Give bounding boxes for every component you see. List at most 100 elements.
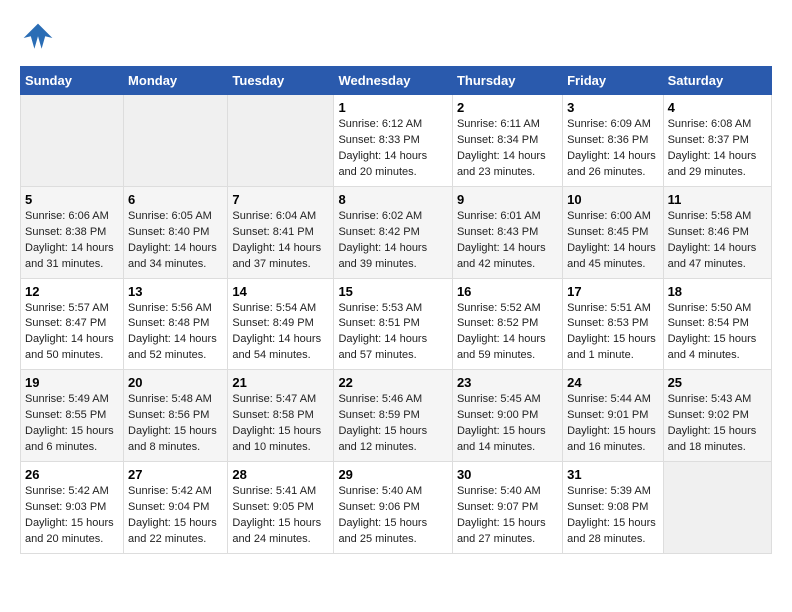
day-number: 3 [567,100,658,115]
calendar-cell: 9 Sunrise: 6:01 AMSunset: 8:43 PMDayligh… [452,186,562,278]
day-number: 22 [338,375,448,390]
day-info: Sunrise: 5:54 AMSunset: 8:49 PMDaylight:… [232,302,321,362]
day-info: Sunrise: 5:41 AMSunset: 9:05 PMDaylight:… [232,485,321,545]
day-number: 31 [567,467,658,482]
calendar-cell: 19 Sunrise: 5:49 AMSunset: 8:55 PMDaylig… [21,370,124,462]
day-number: 13 [128,284,223,299]
calendar-cell: 14 Sunrise: 5:54 AMSunset: 8:49 PMDaylig… [228,278,334,370]
calendar-cell: 12 Sunrise: 5:57 AMSunset: 8:47 PMDaylig… [21,278,124,370]
weekday-header: Monday [124,67,228,95]
weekday-header: Friday [563,67,663,95]
day-number: 9 [457,192,558,207]
day-info: Sunrise: 5:44 AMSunset: 9:01 PMDaylight:… [567,393,656,453]
day-info: Sunrise: 5:42 AMSunset: 9:03 PMDaylight:… [25,485,114,545]
day-number: 12 [25,284,119,299]
weekday-header: Thursday [452,67,562,95]
day-info: Sunrise: 5:39 AMSunset: 9:08 PMDaylight:… [567,485,656,545]
day-number: 24 [567,375,658,390]
day-number: 5 [25,192,119,207]
weekday-header: Wednesday [334,67,453,95]
calendar-cell: 28 Sunrise: 5:41 AMSunset: 9:05 PMDaylig… [228,462,334,554]
calendar-header-row: SundayMondayTuesdayWednesdayThursdayFrid… [21,67,772,95]
day-info: Sunrise: 6:09 AMSunset: 8:36 PMDaylight:… [567,118,656,178]
day-info: Sunrise: 5:49 AMSunset: 8:55 PMDaylight:… [25,393,114,453]
day-info: Sunrise: 5:51 AMSunset: 8:53 PMDaylight:… [567,302,656,362]
day-number: 28 [232,467,329,482]
calendar-cell: 23 Sunrise: 5:45 AMSunset: 9:00 PMDaylig… [452,370,562,462]
day-info: Sunrise: 5:57 AMSunset: 8:47 PMDaylight:… [25,302,114,362]
calendar-cell: 16 Sunrise: 5:52 AMSunset: 8:52 PMDaylig… [452,278,562,370]
day-info: Sunrise: 6:02 AMSunset: 8:42 PMDaylight:… [338,210,427,270]
calendar-cell: 3 Sunrise: 6:09 AMSunset: 8:36 PMDayligh… [563,95,663,187]
day-number: 7 [232,192,329,207]
day-number: 20 [128,375,223,390]
calendar-week-row: 12 Sunrise: 5:57 AMSunset: 8:47 PMDaylig… [21,278,772,370]
calendar-cell: 25 Sunrise: 5:43 AMSunset: 9:02 PMDaylig… [663,370,771,462]
weekday-header: Saturday [663,67,771,95]
logo-icon [20,20,56,56]
day-number: 8 [338,192,448,207]
calendar-cell: 5 Sunrise: 6:06 AMSunset: 8:38 PMDayligh… [21,186,124,278]
calendar-cell: 15 Sunrise: 5:53 AMSunset: 8:51 PMDaylig… [334,278,453,370]
calendar-cell: 20 Sunrise: 5:48 AMSunset: 8:56 PMDaylig… [124,370,228,462]
day-number: 4 [668,100,767,115]
day-info: Sunrise: 5:52 AMSunset: 8:52 PMDaylight:… [457,302,546,362]
day-info: Sunrise: 5:53 AMSunset: 8:51 PMDaylight:… [338,302,427,362]
day-number: 18 [668,284,767,299]
day-info: Sunrise: 5:58 AMSunset: 8:46 PMDaylight:… [668,210,757,270]
day-info: Sunrise: 6:12 AMSunset: 8:33 PMDaylight:… [338,118,427,178]
day-info: Sunrise: 6:04 AMSunset: 8:41 PMDaylight:… [232,210,321,270]
day-info: Sunrise: 5:45 AMSunset: 9:00 PMDaylight:… [457,393,546,453]
day-info: Sunrise: 5:50 AMSunset: 8:54 PMDaylight:… [668,302,757,362]
day-info: Sunrise: 5:43 AMSunset: 9:02 PMDaylight:… [668,393,757,453]
calendar-cell: 24 Sunrise: 5:44 AMSunset: 9:01 PMDaylig… [563,370,663,462]
day-number: 14 [232,284,329,299]
calendar-cell: 1 Sunrise: 6:12 AMSunset: 8:33 PMDayligh… [334,95,453,187]
calendar-cell: 30 Sunrise: 5:40 AMSunset: 9:07 PMDaylig… [452,462,562,554]
day-info: Sunrise: 6:01 AMSunset: 8:43 PMDaylight:… [457,210,546,270]
day-info: Sunrise: 6:05 AMSunset: 8:40 PMDaylight:… [128,210,217,270]
calendar-cell: 27 Sunrise: 5:42 AMSunset: 9:04 PMDaylig… [124,462,228,554]
calendar-week-row: 26 Sunrise: 5:42 AMSunset: 9:03 PMDaylig… [21,462,772,554]
day-info: Sunrise: 5:46 AMSunset: 8:59 PMDaylight:… [338,393,427,453]
day-number: 23 [457,375,558,390]
calendar-cell [228,95,334,187]
day-number: 10 [567,192,658,207]
logo [20,20,58,56]
day-info: Sunrise: 5:56 AMSunset: 8:48 PMDaylight:… [128,302,217,362]
calendar-cell: 7 Sunrise: 6:04 AMSunset: 8:41 PMDayligh… [228,186,334,278]
day-number: 6 [128,192,223,207]
calendar-cell: 10 Sunrise: 6:00 AMSunset: 8:45 PMDaylig… [563,186,663,278]
calendar-cell: 17 Sunrise: 5:51 AMSunset: 8:53 PMDaylig… [563,278,663,370]
calendar-cell: 8 Sunrise: 6:02 AMSunset: 8:42 PMDayligh… [334,186,453,278]
day-info: Sunrise: 6:08 AMSunset: 8:37 PMDaylight:… [668,118,757,178]
day-info: Sunrise: 5:42 AMSunset: 9:04 PMDaylight:… [128,485,217,545]
calendar-cell: 13 Sunrise: 5:56 AMSunset: 8:48 PMDaylig… [124,278,228,370]
day-info: Sunrise: 6:00 AMSunset: 8:45 PMDaylight:… [567,210,656,270]
day-number: 2 [457,100,558,115]
day-number: 29 [338,467,448,482]
day-number: 21 [232,375,329,390]
calendar-cell: 31 Sunrise: 5:39 AMSunset: 9:08 PMDaylig… [563,462,663,554]
calendar-cell [21,95,124,187]
day-number: 16 [457,284,558,299]
day-number: 17 [567,284,658,299]
calendar-cell [663,462,771,554]
page-header [20,20,772,56]
day-info: Sunrise: 6:11 AMSunset: 8:34 PMDaylight:… [457,118,546,178]
day-number: 19 [25,375,119,390]
day-info: Sunrise: 6:06 AMSunset: 8:38 PMDaylight:… [25,210,114,270]
day-info: Sunrise: 5:40 AMSunset: 9:06 PMDaylight:… [338,485,427,545]
day-info: Sunrise: 5:48 AMSunset: 8:56 PMDaylight:… [128,393,217,453]
calendar-week-row: 19 Sunrise: 5:49 AMSunset: 8:55 PMDaylig… [21,370,772,462]
day-info: Sunrise: 5:47 AMSunset: 8:58 PMDaylight:… [232,393,321,453]
day-number: 15 [338,284,448,299]
day-number: 30 [457,467,558,482]
calendar-cell: 29 Sunrise: 5:40 AMSunset: 9:06 PMDaylig… [334,462,453,554]
day-number: 11 [668,192,767,207]
calendar-week-row: 5 Sunrise: 6:06 AMSunset: 8:38 PMDayligh… [21,186,772,278]
calendar-cell: 11 Sunrise: 5:58 AMSunset: 8:46 PMDaylig… [663,186,771,278]
calendar-table: SundayMondayTuesdayWednesdayThursdayFrid… [20,66,772,554]
calendar-cell [124,95,228,187]
calendar-cell: 6 Sunrise: 6:05 AMSunset: 8:40 PMDayligh… [124,186,228,278]
